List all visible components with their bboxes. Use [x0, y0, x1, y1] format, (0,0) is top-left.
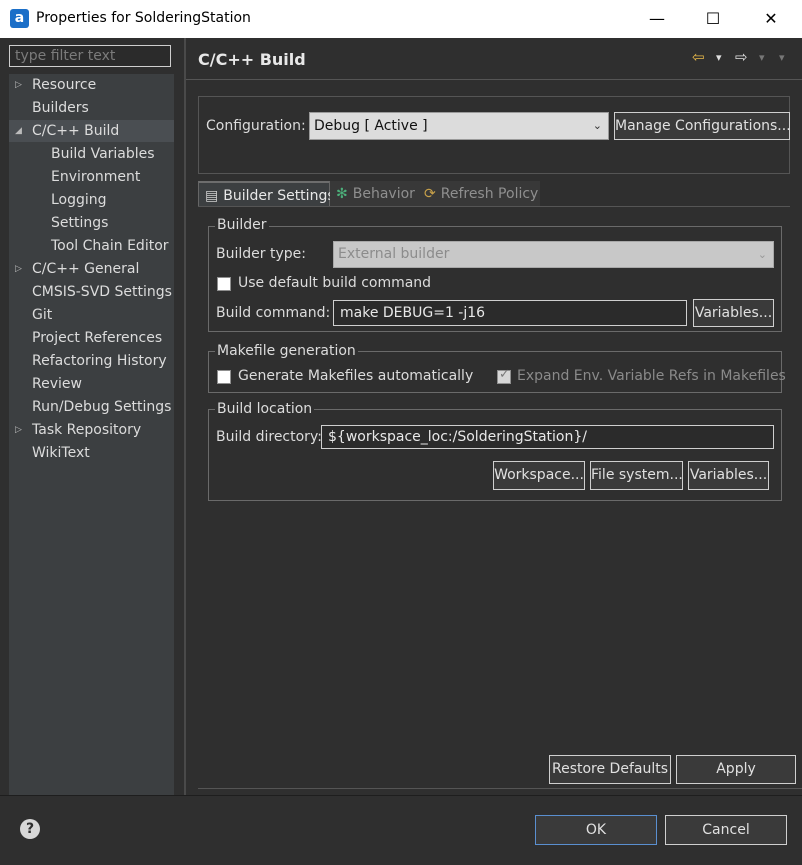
ok-button[interactable]: OK	[535, 815, 657, 845]
view-menu-icon[interactable]: ▾	[779, 51, 785, 64]
tree-item-label: C/C++ General	[32, 261, 140, 277]
tab-label: Refresh Policy	[440, 186, 539, 202]
build-location-group-label: Build location	[215, 401, 315, 417]
location-variables-button[interactable]: Variables...	[688, 461, 769, 490]
builder-group-label: Builder	[215, 217, 269, 233]
tree-item-label: CMSIS-SVD Settings	[32, 284, 172, 300]
twisty-expanded-icon[interactable]: ◢	[15, 120, 22, 142]
back-arrow-icon[interactable]: ⇦	[692, 48, 705, 66]
tree-item[interactable]: Project References	[9, 327, 174, 349]
tree-item[interactable]: Review	[9, 373, 174, 395]
forward-arrow-icon[interactable]: ⇨	[735, 48, 748, 66]
app-icon: a	[10, 9, 29, 28]
tree-item-label: Task Repository	[32, 422, 142, 438]
tree-item-label: Resource	[32, 77, 97, 93]
configuration-value: Debug [ Active ]	[314, 118, 428, 134]
tree-item-label: C/C++ Build	[32, 123, 120, 139]
refresh-policy-icon: ⟳	[424, 186, 436, 202]
title-bar: a Properties for SolderingStation — ☐ ✕	[0, 0, 802, 38]
makefile-generation-group-label: Makefile generation	[215, 343, 358, 359]
minimize-button[interactable]: —	[628, 0, 686, 38]
configuration-label: Configuration:	[206, 118, 306, 134]
close-icon: ✕	[764, 9, 778, 28]
build-command-label: Build command:	[216, 305, 331, 321]
maximize-icon: ☐	[705, 9, 721, 28]
tree-item-label: WikiText	[32, 445, 90, 461]
tree-item-label: Environment	[51, 169, 141, 185]
tree-item[interactable]: CMSIS-SVD Settings	[9, 281, 174, 303]
use-default-build-command-checkbox[interactable]	[217, 277, 231, 291]
tab-label: Builder Settings	[223, 188, 335, 204]
tab-label: Behavior	[352, 186, 415, 202]
forward-history-dropdown-icon[interactable]: ▾	[759, 51, 765, 64]
tree-item[interactable]: Tool Chain Editor	[9, 235, 174, 257]
category-tree: ▷ Resource Builders ◢ C/C++ Build Build Varia…	[9, 74, 174, 796]
restore-defaults-button[interactable]: Restore Defaults	[549, 755, 671, 784]
tree-item-label: Run/Debug Settings	[32, 399, 172, 415]
tree-item-label: Review	[32, 376, 82, 392]
tree-item[interactable]: Settings	[9, 212, 174, 234]
twisty-collapsed-icon[interactable]: ▷	[15, 258, 22, 280]
cancel-button[interactable]: Cancel	[665, 815, 787, 845]
help-icon[interactable]: ?	[20, 819, 40, 839]
builder-type-value: External builder	[338, 246, 450, 262]
workspace-button[interactable]: Workspace...	[493, 461, 585, 490]
configuration-combo[interactable]: Debug [ Active ] ⌄	[309, 112, 609, 140]
tree-item[interactable]: ▷ Resource	[9, 74, 174, 96]
build-directory-label: Build directory:	[216, 429, 322, 445]
minimize-icon: —	[649, 9, 665, 28]
file-system-button[interactable]: File system...	[590, 461, 683, 490]
tree-item-label: Tool Chain Editor	[51, 238, 169, 254]
window-title: Properties for SolderingStation	[36, 10, 251, 26]
tree-item[interactable]: Git	[9, 304, 174, 326]
tree-item-label: Refactoring History	[32, 353, 167, 369]
tree-item-label: Settings	[51, 215, 109, 231]
chevron-down-icon: ⌄	[592, 119, 602, 132]
tab-refresh-policy[interactable]: ⟳ Refresh Policy	[418, 181, 540, 207]
bottom-separator	[198, 788, 802, 789]
tree-item-label: Logging	[51, 192, 107, 208]
twisty-collapsed-icon[interactable]: ▷	[15, 74, 22, 96]
header-separator	[186, 79, 802, 80]
tree-item[interactable]: ◢ C/C++ Build	[9, 120, 174, 142]
tree-item-label: Project References	[32, 330, 163, 346]
tree-item[interactable]: Build Variables	[9, 143, 174, 165]
close-button[interactable]: ✕	[742, 0, 800, 38]
tree-item-label: Builders	[32, 100, 89, 116]
builder-type-combo: External builder ⌄	[333, 241, 774, 268]
maximize-button[interactable]: ☐	[684, 0, 742, 38]
check-icon: ✓	[499, 367, 510, 382]
tab-builder-settings[interactable]: ▤ Builder Settings	[198, 181, 335, 207]
manage-configurations-button[interactable]: Manage Configurations...	[614, 112, 791, 140]
tree-item[interactable]: WikiText	[9, 442, 174, 464]
tree-item[interactable]: ▷ Task Repository	[9, 419, 174, 441]
builder-variables-button[interactable]: Variables...	[693, 299, 774, 327]
apply-button[interactable]: Apply	[676, 755, 796, 784]
tree-item[interactable]: Refactoring History	[9, 350, 174, 372]
twisty-collapsed-icon[interactable]: ▷	[15, 419, 22, 441]
expand-env-refs-checkbox: ✓	[497, 367, 511, 384]
generate-makefiles-label: Generate Makefiles automatically	[238, 368, 474, 384]
builder-type-label: Builder type:	[216, 246, 306, 262]
use-default-build-command-label: Use default build command	[238, 275, 432, 291]
filter-input[interactable]: type filter text	[9, 45, 171, 67]
tree-item[interactable]: Environment	[9, 166, 174, 188]
tree-item[interactable]: Builders	[9, 97, 174, 119]
tree-item[interactable]: Logging	[9, 189, 174, 211]
chevron-down-icon: ⌄	[757, 248, 767, 261]
tab-separator	[198, 206, 790, 207]
behavior-icon: ✻	[336, 186, 348, 202]
tree-item[interactable]: ▷ C/C++ General	[9, 258, 174, 280]
build-command-input[interactable]: make DEBUG=1 -j16	[333, 300, 687, 326]
build-directory-input[interactable]: ${workspace_loc:/SolderingStation}/	[321, 425, 774, 449]
tree-item-label: Build Variables	[51, 146, 155, 162]
expand-env-refs-label: Expand Env. Variable Refs in Makefiles	[517, 368, 786, 384]
back-history-dropdown-icon[interactable]: ▾	[716, 51, 722, 64]
page-title: C/C++ Build	[198, 50, 306, 69]
generate-makefiles-checkbox[interactable]	[217, 370, 231, 384]
tab-behavior[interactable]: ✻ Behavior	[330, 181, 418, 207]
tree-item-label: Git	[32, 307, 53, 323]
tree-item[interactable]: Run/Debug Settings	[9, 396, 174, 418]
